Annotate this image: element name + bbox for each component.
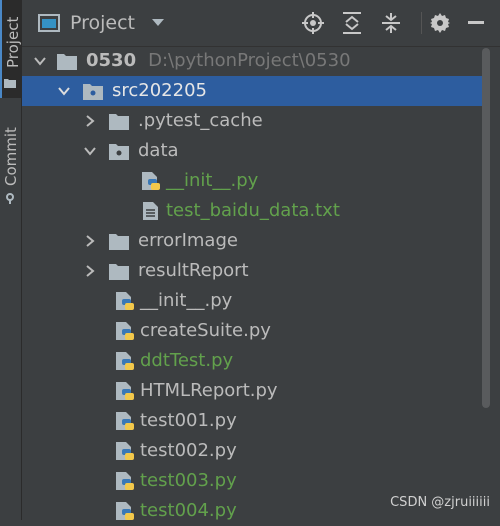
project-view-selector[interactable]: Project xyxy=(38,10,165,36)
package-folder-icon xyxy=(83,84,103,100)
tool-window-strip: Project Commit xyxy=(0,0,22,520)
tree-row-test003[interactable]: test003.py xyxy=(22,466,482,496)
python-file-icon xyxy=(116,442,134,460)
chevron-down-icon xyxy=(152,19,165,26)
tree-item-label: data xyxy=(138,140,179,161)
chevron-down-icon[interactable] xyxy=(34,55,46,67)
tree-row-errorimage[interactable]: errorImage xyxy=(22,226,482,256)
root-folder-name: 0530 xyxy=(86,50,137,71)
locate-icon xyxy=(302,12,324,34)
settings-button[interactable] xyxy=(428,11,452,35)
python-file-icon xyxy=(116,382,134,400)
python-file-icon xyxy=(142,172,160,190)
commit-icon xyxy=(6,193,14,204)
watermark: CSDN @zjruiiiiii xyxy=(390,495,490,510)
tree-item-label: test001.py xyxy=(140,410,237,431)
tree-item-label: resultReport xyxy=(138,260,249,281)
tree-row-resultreport[interactable]: resultReport xyxy=(22,256,482,286)
project-panel-header: Project xyxy=(22,0,500,47)
tree-item-label: test004.py xyxy=(140,500,237,521)
package-folder-icon xyxy=(109,144,129,160)
tree-item-label: test003.py xyxy=(140,470,237,491)
chevron-right-icon[interactable] xyxy=(84,115,96,127)
python-file-icon xyxy=(116,352,134,370)
tree-item-label: src202205 xyxy=(112,80,207,101)
chevron-down-icon[interactable] xyxy=(84,145,96,157)
tree-row-test-baidu-data[interactable]: test_baidu_data.txt xyxy=(22,196,482,226)
chevron-right-icon[interactable] xyxy=(84,235,96,247)
tree-item-label: createSuite.py xyxy=(140,320,271,341)
project-tool-tab-label: Project xyxy=(4,16,22,68)
folder-icon xyxy=(4,79,16,88)
folder-icon xyxy=(109,234,129,250)
chevron-down-icon[interactable] xyxy=(58,85,70,97)
tree-row-pytest-cache[interactable]: .pytest_cache xyxy=(22,106,482,136)
tree-item-label: errorImage xyxy=(138,230,238,251)
chevron-right-icon[interactable] xyxy=(84,265,96,277)
vertical-scrollbar[interactable] xyxy=(482,48,490,408)
tree-item-label: test002.py xyxy=(140,440,237,461)
tree-row-test002[interactable]: test002.py xyxy=(22,436,482,466)
project-tree: 0530 D:\pythonProject\0530 src202205 .pyt… xyxy=(22,46,482,521)
collapse-all-icon xyxy=(382,13,400,33)
minimize-icon xyxy=(468,21,484,24)
collapse-all-button[interactable] xyxy=(379,11,403,35)
commit-tool-tab[interactable]: Commit xyxy=(1,120,21,186)
tree-row-root[interactable]: 0530 D:\pythonProject\0530 xyxy=(22,46,482,76)
folder-icon xyxy=(57,54,77,70)
tree-item-label: .pytest_cache xyxy=(138,110,263,131)
folder-icon xyxy=(109,264,129,280)
tree-row-test001[interactable]: test001.py xyxy=(22,406,482,436)
gear-icon xyxy=(430,13,450,33)
tree-row-init[interactable]: __init__.py xyxy=(22,286,482,316)
tree-row-data-init[interactable]: __init__.py xyxy=(22,166,482,196)
hide-panel-button[interactable] xyxy=(464,11,488,35)
tree-item-label: HTMLReport.py xyxy=(140,380,278,401)
tree-item-label: __init__.py xyxy=(140,290,233,311)
root-folder-path: D:\pythonProject\0530 xyxy=(148,50,351,71)
python-file-icon xyxy=(116,472,134,490)
locate-file-button[interactable] xyxy=(301,11,325,35)
tree-item-label: test_baidu_data.txt xyxy=(166,200,340,221)
tree-row-ddttest[interactable]: ddtTest.py xyxy=(22,346,482,376)
tree-row-htmlreport[interactable]: HTMLReport.py xyxy=(22,376,482,406)
toolbar-divider xyxy=(421,12,422,34)
panel-title: Project xyxy=(70,12,136,34)
expand-all-button[interactable] xyxy=(340,11,364,35)
python-file-icon xyxy=(116,322,134,340)
text-file-icon xyxy=(143,202,158,220)
expand-all-icon xyxy=(343,12,361,34)
tree-row-data[interactable]: data xyxy=(22,136,482,166)
project-window-icon xyxy=(38,14,60,32)
tree-item-label: 0530 D:\pythonProject\0530 xyxy=(86,50,351,72)
python-file-icon xyxy=(116,412,134,430)
python-file-icon xyxy=(116,292,134,310)
tree-row-src202205[interactable]: src202205 xyxy=(22,76,482,106)
folder-icon xyxy=(109,114,129,130)
tree-item-label: ddtTest.py xyxy=(140,350,234,371)
tree-item-label: __init__.py xyxy=(166,170,259,191)
python-file-icon xyxy=(116,502,134,520)
tree-row-createsuite[interactable]: createSuite.py xyxy=(22,316,482,346)
